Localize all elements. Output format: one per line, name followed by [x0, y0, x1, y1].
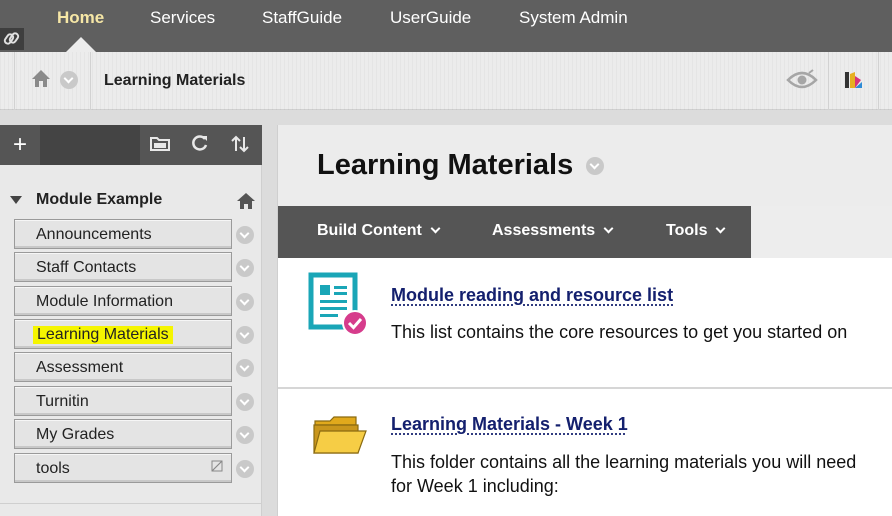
chevron-down-icon[interactable]: [236, 393, 254, 411]
tab-home[interactable]: Home: [57, 8, 104, 28]
breadcrumb-current: Learning Materials: [104, 72, 246, 89]
hidden-from-students-icon: [211, 459, 223, 477]
course-menu-panel: + Module Example Announcements Staff Con…: [0, 125, 262, 516]
menu-item-label: Staff Contacts: [36, 259, 137, 276]
item-description: for Week 1 including:: [391, 476, 559, 496]
chevron-down-icon: [716, 223, 726, 234]
build-content-button[interactable]: Build Content: [317, 222, 441, 240]
document-check-icon: [308, 272, 370, 343]
menu-item-my-grades[interactable]: My Grades: [14, 419, 232, 449]
sort-icon[interactable]: [230, 134, 250, 159]
menu-item-label: Turnitin: [36, 393, 89, 410]
eye-icon[interactable]: [786, 68, 818, 97]
menu-item-learning-materials[interactable]: Learning Materials: [14, 319, 232, 349]
chevron-down-icon[interactable]: [236, 460, 254, 478]
chevron-down-icon[interactable]: [236, 359, 254, 377]
assessments-button[interactable]: Assessments: [492, 222, 614, 240]
top-navigation: Home Services StaffGuide UserGuide Syste…: [0, 0, 892, 52]
action-label: Build Content: [317, 222, 422, 239]
link-icon[interactable]: [0, 28, 24, 50]
chevron-down-icon[interactable]: [236, 293, 254, 311]
tab-staffguide[interactable]: StaffGuide: [262, 8, 342, 28]
tab-userguide[interactable]: UserGuide: [390, 8, 471, 28]
refresh-icon[interactable]: [191, 134, 209, 157]
folder-icon: [312, 413, 368, 462]
course-home-icon[interactable]: [236, 192, 256, 215]
collapse-triangle-icon[interactable]: [10, 196, 22, 204]
folder-view-icon[interactable]: [150, 134, 170, 157]
chevron-down-icon[interactable]: [236, 426, 254, 444]
menu-item-staff-contacts[interactable]: Staff Contacts: [14, 252, 232, 282]
chevron-down-icon: [603, 223, 614, 234]
action-label: Assessments: [492, 222, 596, 239]
course-menu-toolbar: +: [0, 125, 262, 165]
item-description: This list contains the core resources to…: [391, 322, 848, 342]
course-title[interactable]: Module Example: [36, 191, 162, 209]
chevron-down-icon[interactable]: [236, 226, 254, 244]
menu-item-assessment[interactable]: Assessment: [14, 352, 232, 382]
chevron-down-icon[interactable]: [60, 71, 78, 89]
chevron-down-icon[interactable]: [236, 259, 254, 277]
course-menu-tools: [140, 125, 262, 165]
action-bar: Build Content Assessments Tools: [278, 206, 892, 258]
menu-item-label: Learning Materials: [33, 326, 173, 344]
content-area: Learning Materials Build Content Assessm…: [277, 125, 892, 516]
page-title: Learning Materials: [317, 149, 574, 181]
item-title-reading-list[interactable]: Module reading and resource list: [391, 285, 673, 306]
color-palette-icon[interactable]: [844, 70, 864, 95]
menu-item-label: My Grades: [36, 426, 115, 443]
menu-item-label: Announcements: [36, 226, 152, 243]
chevron-down-icon[interactable]: [586, 157, 604, 175]
menu-item-label: Assessment: [36, 359, 124, 376]
menu-item-label: tools: [36, 460, 70, 477]
chevron-down-icon[interactable]: [236, 326, 254, 344]
menu-item-module-information[interactable]: Module Information: [14, 286, 232, 316]
menu-item-announcements[interactable]: Announcements: [14, 219, 232, 249]
menu-item-tools[interactable]: tools: [14, 453, 232, 483]
item-description: This folder contains all the learning ma…: [391, 452, 857, 472]
breadcrumb-bar: Learning Materials: [0, 52, 892, 110]
add-menu-item-button[interactable]: +: [0, 125, 40, 165]
menu-item-label: Module Information: [36, 293, 173, 310]
chevron-down-icon: [430, 223, 441, 234]
item-divider: [278, 387, 892, 389]
content-header: Learning Materials: [278, 125, 892, 206]
tab-services[interactable]: Services: [150, 8, 215, 28]
menu-item-turnitin[interactable]: Turnitin: [14, 386, 232, 416]
tab-system-admin[interactable]: System Admin: [519, 8, 628, 28]
action-label: Tools: [666, 222, 708, 239]
home-icon[interactable]: [30, 68, 52, 95]
tools-button[interactable]: Tools: [666, 222, 726, 240]
active-tab-pointer: [66, 37, 96, 52]
item-title-week-1[interactable]: Learning Materials - Week 1: [391, 414, 628, 435]
